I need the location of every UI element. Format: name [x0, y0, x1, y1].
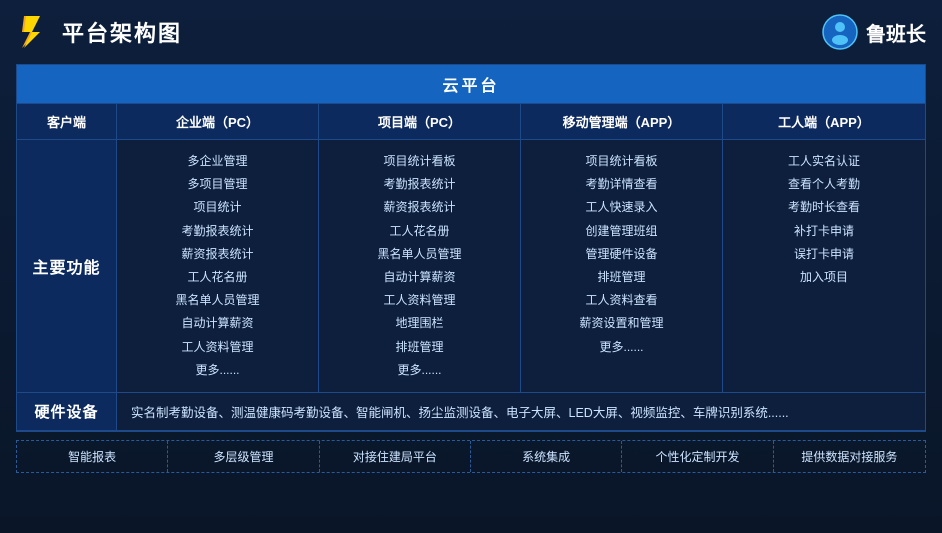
- project-item-1: 考勤报表统计: [383, 175, 455, 194]
- main-function-label: 主要功能: [17, 140, 117, 392]
- worker-content: 工人实名认证 查看个人考勤 考勤时长查看 补打卡申请 误打卡申请 加入项目: [723, 140, 925, 392]
- worker-item-4: 误打卡申请: [794, 245, 854, 264]
- feature-1: 多层级管理: [168, 441, 319, 472]
- worker-item-5: 加入项目: [800, 268, 848, 287]
- cloud-platform-row: 云平台: [17, 65, 925, 104]
- col-header-mobile: 移动管理端（APP）: [521, 104, 723, 139]
- project-item-0: 项目统计看板: [383, 152, 455, 171]
- worker-item-1: 查看个人考勤: [788, 175, 860, 194]
- feature-2: 对接住建局平台: [320, 441, 471, 472]
- hardware-row: 硬件设备 实名制考勤设备、测温健康码考勤设备、智能闸机、扬尘监测设备、电子大屏、…: [17, 393, 925, 431]
- main-function-row: 主要功能 多企业管理 多项目管理 项目统计 考勤报表统计 薪资报表统计 工人花名…: [17, 140, 925, 393]
- features-row: 智能报表 多层级管理 对接住建局平台 系统集成 个性化定制开发 提供数据对接服务: [16, 440, 926, 473]
- mobile-item-5: 排班管理: [597, 268, 645, 287]
- mobile-item-7: 薪资设置和管理: [579, 314, 663, 333]
- platform-table: 云平台 客户端 企业端（PC） 项目端（PC） 移动管理端（APP） 工人端（A…: [16, 64, 926, 432]
- enterprise-item-4: 薪资报表统计: [181, 245, 253, 264]
- mobile-item-0: 项目统计看板: [585, 152, 657, 171]
- enterprise-item-5: 工人花名册: [187, 268, 247, 287]
- col-header-client: 客户端: [17, 104, 117, 139]
- enterprise-item-1: 多项目管理: [187, 175, 247, 194]
- worker-item-0: 工人实名认证: [788, 152, 860, 171]
- enterprise-item-9: 更多......: [195, 361, 239, 380]
- enterprise-item-8: 工人资料管理: [181, 338, 253, 357]
- hardware-label: 硬件设备: [17, 393, 117, 430]
- hardware-content: 实名制考勤设备、测温健康码考勤设备、智能闸机、扬尘监测设备、电子大屏、LED大屏…: [117, 393, 925, 430]
- worker-item-2: 考勤时长查看: [788, 198, 860, 217]
- feature-0: 智能报表: [17, 441, 168, 472]
- project-item-7: 地理围栏: [395, 314, 443, 333]
- feature-3: 系统集成: [471, 441, 622, 472]
- project-item-9: 更多......: [397, 361, 441, 380]
- header-left: 平台架构图: [16, 14, 182, 50]
- project-item-8: 排班管理: [395, 338, 443, 357]
- column-headers: 客户端 企业端（PC） 项目端（PC） 移动管理端（APP） 工人端（APP）: [17, 104, 925, 140]
- brand-name: 鲁班长: [866, 18, 926, 47]
- main-container: 平台架构图 鲁班长 云平台 客户端 企业端（PC） 项目端（PC） 移动管理端（…: [0, 0, 942, 533]
- logo-icon: [16, 14, 52, 50]
- project-item-4: 黑名单人员管理: [377, 245, 461, 264]
- mobile-content: 项目统计看板 考勤详情查看 工人快速录入 创建管理班组 管理硬件设备 排班管理 …: [521, 140, 723, 392]
- col-header-worker: 工人端（APP）: [723, 104, 925, 139]
- mobile-item-3: 创建管理班组: [585, 222, 657, 241]
- mobile-item-2: 工人快速录入: [585, 198, 657, 217]
- brand-logo: 鲁班长: [822, 14, 926, 50]
- mobile-item-8: 更多......: [599, 338, 643, 357]
- enterprise-content: 多企业管理 多项目管理 项目统计 考勤报表统计 薪资报表统计 工人花名册 黑名单…: [117, 140, 319, 392]
- col-header-enterprise: 企业端（PC）: [117, 104, 319, 139]
- enterprise-item-6: 黑名单人员管理: [175, 291, 259, 310]
- project-item-3: 工人花名册: [389, 222, 449, 241]
- enterprise-item-2: 项目统计: [193, 198, 241, 217]
- brand-icon: [822, 14, 858, 50]
- enterprise-item-0: 多企业管理: [187, 152, 247, 171]
- project-item-5: 自动计算薪资: [383, 268, 455, 287]
- enterprise-item-7: 自动计算薪资: [181, 314, 253, 333]
- project-item-6: 工人资料管理: [383, 291, 455, 310]
- project-content: 项目统计看板 考勤报表统计 薪资报表统计 工人花名册 黑名单人员管理 自动计算薪…: [319, 140, 521, 392]
- feature-4: 个性化定制开发: [622, 441, 773, 472]
- worker-item-3: 补打卡申请: [794, 222, 854, 241]
- feature-5: 提供数据对接服务: [774, 441, 925, 472]
- project-item-2: 薪资报表统计: [383, 198, 455, 217]
- col-header-project: 项目端（PC）: [319, 104, 521, 139]
- enterprise-item-3: 考勤报表统计: [181, 222, 253, 241]
- mobile-item-4: 管理硬件设备: [585, 245, 657, 264]
- header-title: 平台架构图: [62, 16, 182, 48]
- mobile-item-1: 考勤详情查看: [585, 175, 657, 194]
- header: 平台架构图 鲁班长: [16, 10, 926, 54]
- mobile-item-6: 工人资料查看: [585, 291, 657, 310]
- cloud-platform-label: 云平台: [442, 78, 499, 95]
